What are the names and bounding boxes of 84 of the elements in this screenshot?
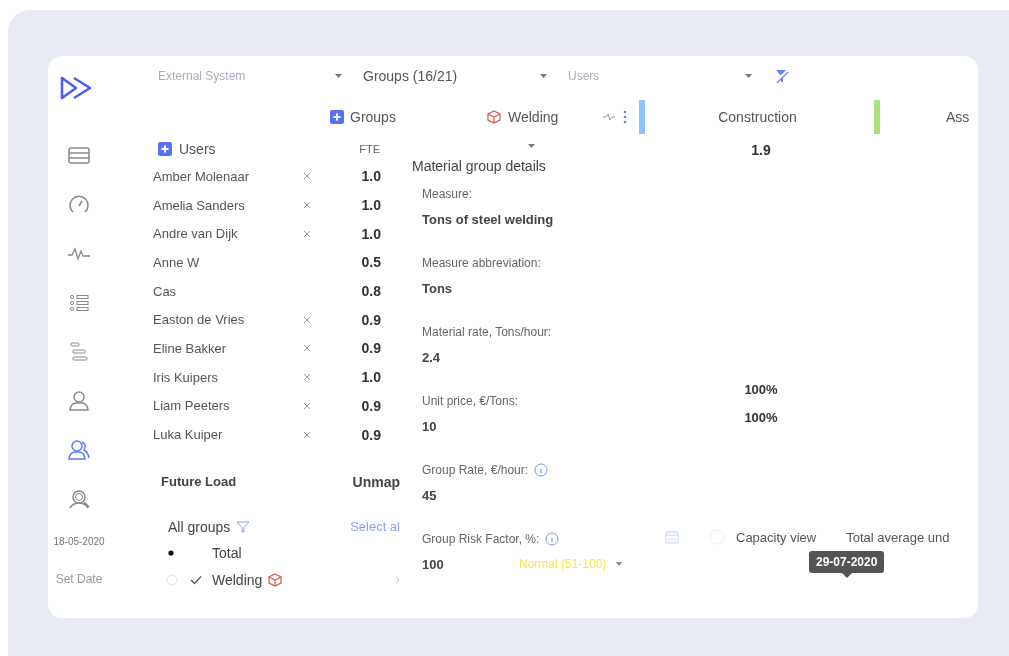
caret-icon[interactable] (540, 74, 547, 78)
user-name[interactable]: Anne W (153, 254, 303, 270)
view-label: Capacity view (736, 529, 817, 545)
user-name[interactable]: Eline Bakker (153, 340, 303, 356)
user-name[interactable]: Iris Kuipers (153, 369, 303, 385)
field-label: Measure abbreviation: (422, 256, 541, 270)
user-name[interactable]: Liam Peeters (153, 398, 303, 414)
remove-icon[interactable] (303, 229, 311, 238)
unmap-button[interactable]: Unmap (352, 473, 400, 490)
user-name[interactable]: Luka Kuiper (153, 427, 303, 443)
fte-value: 0.9 (360, 426, 381, 443)
fte-value: 0.9 (360, 340, 381, 357)
field-value: 10 (422, 418, 438, 434)
field-label: Group Rate, €/hour: (422, 463, 529, 477)
section-title: Users (179, 141, 216, 157)
radio-icon[interactable] (166, 574, 178, 587)
check-icon[interactable] (190, 575, 202, 586)
user-name[interactable]: Cas (153, 283, 303, 299)
fte-value: 0.5 (360, 254, 381, 271)
more-icon[interactable] (623, 110, 627, 124)
field-label: Material rate, Tons/hour: (422, 325, 552, 339)
filter-icon[interactable] (236, 520, 251, 533)
group-label: Welding (508, 109, 559, 125)
group-name[interactable]: Welding (212, 572, 263, 589)
caret-icon[interactable] (745, 74, 752, 78)
cube-icon (268, 573, 283, 588)
fte-value: 0.9 (360, 311, 381, 328)
logo-icon[interactable] (60, 75, 94, 101)
user-search-icon[interactable] (67, 487, 91, 511)
pulse-icon[interactable] (603, 112, 615, 122)
remove-icon[interactable] (303, 344, 311, 353)
total-value: 1.9 (750, 141, 772, 160)
filter-label: All groups (168, 518, 231, 535)
field-value: 2.4 (422, 349, 442, 365)
tooltip-pointer-icon (841, 573, 852, 578)
fte-value: 1.0 (360, 369, 381, 386)
fte-value: 1.0 (360, 197, 381, 214)
average-label: Total average und (846, 529, 950, 545)
remove-icon[interactable] (303, 430, 311, 439)
group-label: Groups (350, 109, 396, 125)
field-value: Tons of steel welding (422, 211, 554, 227)
bullet-icon (168, 550, 174, 557)
remove-icon[interactable] (303, 201, 311, 210)
field-value: 45 (422, 487, 438, 503)
date-label: 18-05-2020 (53, 536, 105, 547)
add-icon[interactable] (330, 110, 344, 124)
dropdown[interactable]: Groups (16/21) (363, 68, 547, 84)
percentage-value: 100% (743, 409, 779, 427)
field-label: Group Risk Factor, %: (422, 532, 540, 546)
field-value: Tons (422, 280, 454, 296)
caret-icon[interactable] (616, 562, 623, 566)
group-label: Ass (946, 109, 970, 125)
caret-icon[interactable] (528, 144, 535, 148)
fte-value: 1.0 (360, 225, 381, 242)
remove-icon[interactable] (303, 373, 311, 382)
caret-icon[interactable] (335, 74, 342, 78)
group-label: Construction (718, 109, 797, 125)
field-value: 100 (422, 556, 445, 572)
add-icon[interactable] (158, 142, 172, 156)
fte-value: 0.9 (360, 397, 381, 414)
fte-value: 0.8 (360, 283, 381, 300)
field-label: Unit price, €/Tons: (422, 394, 519, 408)
remove-icon[interactable] (303, 172, 311, 181)
info-icon[interactable] (545, 532, 560, 546)
gantt-icon[interactable] (67, 340, 91, 364)
user-name[interactable]: Easton de Vries (153, 312, 303, 328)
users-icon[interactable] (67, 438, 91, 462)
remove-icon[interactable] (303, 401, 311, 410)
user-name[interactable]: Andre van Dijk (153, 226, 303, 242)
remove-icon[interactable] (303, 315, 311, 324)
group-name[interactable]: Total (212, 545, 242, 562)
cube-icon (487, 110, 501, 124)
user-name[interactable]: Amber Molenaar (153, 168, 303, 184)
section-title: Material group details (412, 158, 547, 176)
column-header: FTE (359, 143, 380, 155)
chevron-icon[interactable] (395, 576, 400, 585)
user-icon[interactable] (67, 389, 91, 413)
percentage-value: 100% (743, 381, 779, 399)
field-label: Measure: (422, 187, 473, 201)
section-title: Future Load (161, 474, 237, 490)
filter-off-icon[interactable] (774, 68, 790, 84)
user-name[interactable]: Amelia Sanders (153, 197, 303, 213)
fte-value: 1.0 (360, 168, 381, 185)
info-icon[interactable] (534, 463, 549, 477)
